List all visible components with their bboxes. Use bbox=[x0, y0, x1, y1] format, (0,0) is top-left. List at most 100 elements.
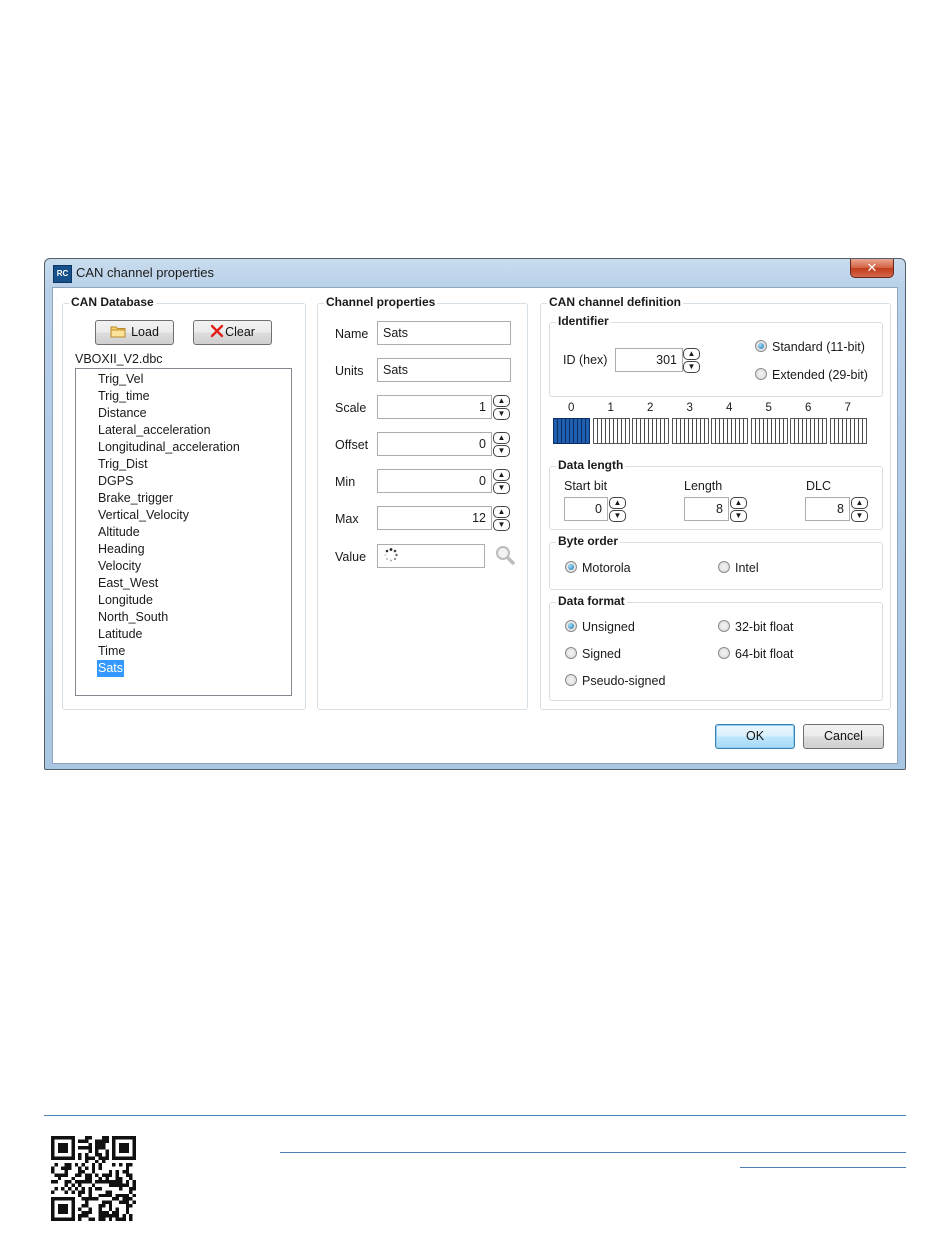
start-bit-input[interactable]: 0 bbox=[564, 497, 608, 521]
list-item[interactable]: Longitude bbox=[98, 592, 153, 609]
byte-cell[interactable] bbox=[632, 418, 669, 444]
spin-up-icon[interactable]: ▲ bbox=[493, 506, 510, 518]
data-length-group: Data length Start bit 0 ▲ ▼ Length 8 ▲ ▼ D… bbox=[549, 458, 883, 530]
clear-button[interactable]: Clear bbox=[193, 320, 272, 345]
byte-number: 0 bbox=[568, 402, 575, 414]
ok-button[interactable]: OK bbox=[715, 724, 795, 749]
max-spinner[interactable]: ▲ ▼ bbox=[493, 506, 510, 531]
byte-cell[interactable] bbox=[671, 418, 709, 444]
dialog-client-area: CAN Database Load Clear VBOXII_V2.dbc Tr… bbox=[52, 287, 898, 764]
byte-cell[interactable] bbox=[829, 418, 867, 444]
list-item[interactable]: Trig_Vel bbox=[98, 371, 143, 388]
byte-cell[interactable] bbox=[790, 418, 827, 444]
radio-empty-icon bbox=[718, 647, 730, 659]
min-spinner[interactable]: ▲ ▼ bbox=[493, 469, 510, 494]
id-hex-input[interactable]: 301 bbox=[615, 348, 683, 372]
scale-spinner[interactable]: ▲ ▼ bbox=[493, 395, 510, 420]
dlc-label: DLC bbox=[806, 479, 832, 493]
spin-up-icon[interactable]: ▲ bbox=[609, 497, 626, 509]
length-input[interactable]: 8 bbox=[684, 497, 729, 521]
list-item[interactable]: Lateral_acceleration bbox=[98, 422, 211, 439]
byte-cell[interactable] bbox=[592, 418, 630, 444]
pseudo-signed-label: Pseudo-signed bbox=[582, 674, 666, 688]
list-item[interactable]: Longitudinal_acceleration bbox=[98, 439, 240, 456]
name-input[interactable]: Sats bbox=[377, 321, 511, 345]
footer-link-line[interactable] bbox=[280, 1152, 906, 1153]
close-button[interactable]: ✕ bbox=[850, 259, 894, 278]
footer-link-line-short[interactable] bbox=[740, 1167, 906, 1168]
bit-map[interactable] bbox=[553, 418, 874, 444]
list-item[interactable]: East_West bbox=[98, 575, 158, 592]
load-button[interactable]: Load bbox=[95, 320, 174, 345]
spin-up-icon[interactable]: ▲ bbox=[493, 432, 510, 444]
byte-cell[interactable] bbox=[553, 418, 590, 444]
offset-input[interactable]: 0 bbox=[377, 432, 492, 456]
list-item[interactable]: Brake_trigger bbox=[98, 490, 173, 507]
spin-down-icon[interactable]: ▼ bbox=[609, 510, 626, 522]
signal-list[interactable]: Trig_Vel Trig_time Distance Lateral_acceler… bbox=[75, 368, 292, 696]
intel-radio[interactable]: Intel bbox=[718, 561, 759, 575]
byte-order-legend: Byte order bbox=[556, 534, 621, 548]
units-input[interactable]: Sats bbox=[377, 358, 511, 382]
start-bit-spinner[interactable]: ▲ ▼ bbox=[609, 497, 626, 522]
radio-empty-icon bbox=[718, 561, 730, 573]
scale-label: Scale bbox=[335, 401, 367, 415]
spin-down-icon[interactable]: ▼ bbox=[683, 361, 700, 373]
loading-spinner-icon bbox=[383, 547, 399, 570]
byte-number: 2 bbox=[647, 402, 654, 414]
spin-up-icon[interactable]: ▲ bbox=[493, 395, 510, 407]
load-label: Load bbox=[131, 325, 159, 339]
float32-radio[interactable]: 32-bit float bbox=[718, 620, 793, 634]
can-database-group: CAN Database Load Clear VBOXII_V2.dbc Tr… bbox=[62, 295, 306, 710]
min-input[interactable]: 0 bbox=[377, 469, 492, 493]
id-hex-label: ID (hex) bbox=[563, 353, 608, 367]
standard-11bit-radio[interactable]: Standard (11-bit) bbox=[755, 340, 865, 354]
magnifier-icon[interactable] bbox=[494, 544, 516, 569]
extended-29bit-radio[interactable]: Extended (29-bit) bbox=[755, 368, 868, 382]
list-item[interactable]: Altitude bbox=[98, 524, 140, 541]
byte-number-row: 0 1 2 3 4 5 6 7 bbox=[553, 402, 883, 416]
list-item[interactable]: Velocity bbox=[98, 558, 141, 575]
offset-spinner[interactable]: ▲ ▼ bbox=[493, 432, 510, 457]
list-item[interactable]: Time bbox=[98, 643, 125, 660]
value-display bbox=[377, 544, 485, 568]
spin-down-icon[interactable]: ▼ bbox=[493, 519, 510, 531]
unsigned-label: Unsigned bbox=[582, 620, 635, 634]
radio-empty-icon bbox=[565, 674, 577, 686]
spin-down-icon[interactable]: ▼ bbox=[493, 408, 510, 420]
list-item[interactable]: North_South bbox=[98, 609, 168, 626]
spin-down-icon[interactable]: ▼ bbox=[493, 445, 510, 457]
length-label: Length bbox=[684, 479, 723, 493]
length-spinner[interactable]: ▲ ▼ bbox=[730, 497, 747, 522]
spin-up-icon[interactable]: ▲ bbox=[851, 497, 868, 509]
list-item[interactable]: Vertical_Velocity bbox=[98, 507, 189, 524]
list-item[interactable]: Sats bbox=[97, 660, 125, 677]
list-item[interactable]: Distance bbox=[98, 405, 147, 422]
max-input[interactable]: 12 bbox=[377, 506, 492, 530]
unsigned-radio[interactable]: Unsigned bbox=[565, 620, 635, 634]
spin-down-icon[interactable]: ▼ bbox=[851, 510, 868, 522]
float64-radio[interactable]: 64-bit float bbox=[718, 647, 793, 661]
spin-up-icon[interactable]: ▲ bbox=[730, 497, 747, 509]
byte-cell[interactable] bbox=[750, 418, 788, 444]
dlc-input[interactable]: 8 bbox=[805, 497, 850, 521]
dlc-spinner[interactable]: ▲ ▼ bbox=[851, 497, 868, 522]
cancel-button[interactable]: Cancel bbox=[803, 724, 884, 749]
spin-up-icon[interactable]: ▲ bbox=[493, 469, 510, 481]
id-hex-spinner[interactable]: ▲ ▼ bbox=[683, 348, 700, 373]
scale-input[interactable]: 1 bbox=[377, 395, 492, 419]
byte-cell[interactable] bbox=[711, 418, 748, 444]
list-item[interactable]: Trig_Dist bbox=[98, 456, 148, 473]
list-item[interactable]: Heading bbox=[98, 541, 145, 558]
list-item[interactable]: Trig_time bbox=[98, 388, 150, 405]
pseudo-signed-radio[interactable]: Pseudo-signed bbox=[565, 674, 665, 688]
motorola-radio[interactable]: Motorola bbox=[565, 561, 631, 575]
list-item[interactable]: Latitude bbox=[98, 626, 142, 643]
signed-radio[interactable]: Signed bbox=[565, 647, 621, 661]
list-item[interactable]: DGPS bbox=[98, 473, 133, 490]
spin-up-icon[interactable]: ▲ bbox=[683, 348, 700, 360]
title-bar[interactable]: RC CAN channel properties ✕ bbox=[45, 259, 905, 287]
spin-down-icon[interactable]: ▼ bbox=[493, 482, 510, 494]
spin-down-icon[interactable]: ▼ bbox=[730, 510, 747, 522]
radio-empty-icon bbox=[565, 647, 577, 659]
